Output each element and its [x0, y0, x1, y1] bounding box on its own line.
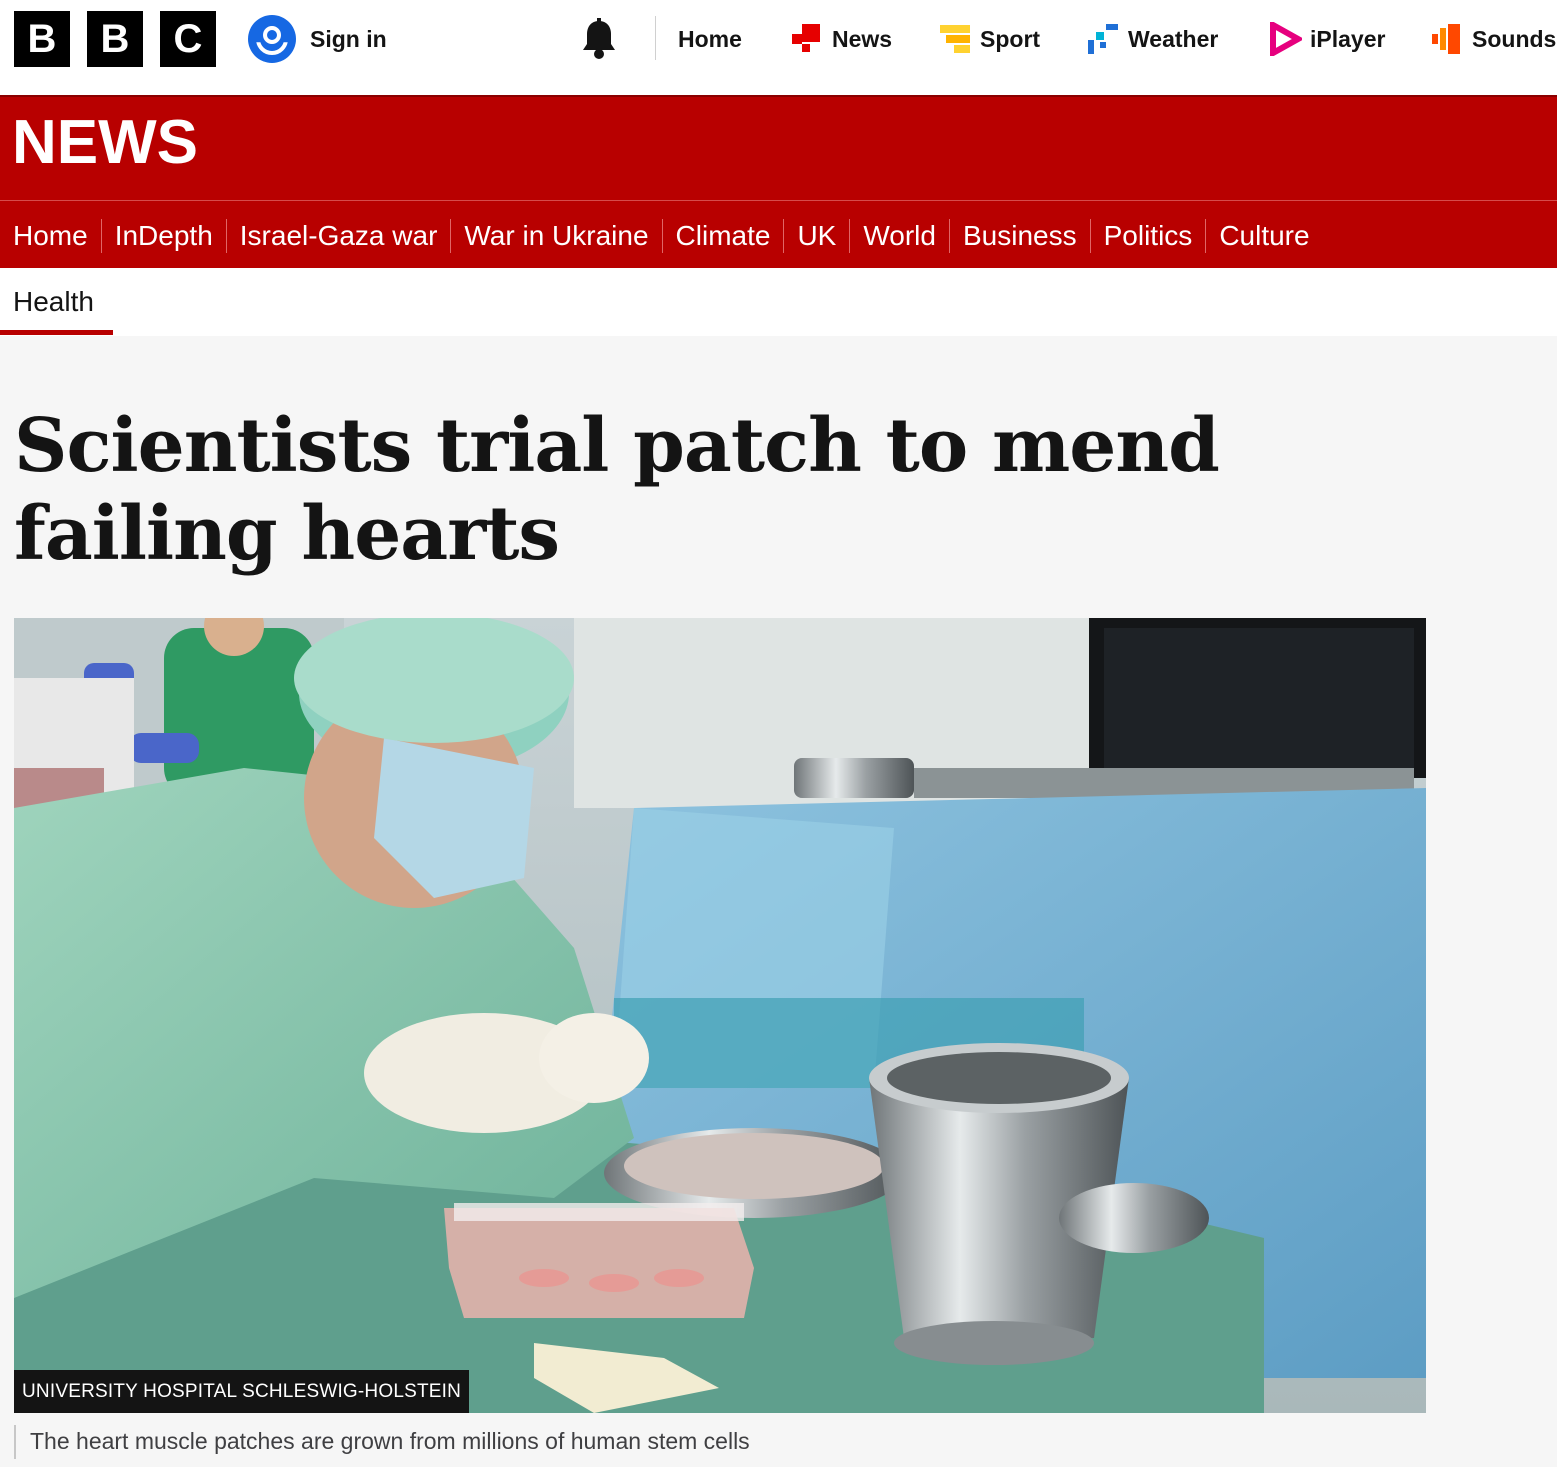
header-divider — [655, 16, 656, 60]
caption-divider — [14, 1425, 16, 1459]
image-credit: UNIVERSITY HOSPITAL SCHLESWIG-HOLSTEIN — [14, 1370, 470, 1413]
global-nav-sport[interactable]: Sport — [938, 18, 1040, 60]
sign-in-label: Sign in — [310, 25, 387, 52]
global-nav-home[interactable]: Home — [678, 18, 742, 60]
section-nav-israel-gaza-war[interactable]: Israel-Gaza war — [227, 219, 452, 253]
news-wordmark[interactable]: NEWS — [12, 112, 198, 174]
section-nav-climate[interactable]: Climate — [663, 219, 785, 253]
surgeon-operating-room-illustration — [14, 618, 1426, 1413]
bbc-logo-letter-c: C — [160, 11, 216, 67]
news-banner-divider — [0, 200, 1557, 201]
notifications-bell-icon[interactable] — [580, 18, 618, 60]
account-icon — [248, 15, 296, 63]
image-caption: The heart muscle patches are grown from … — [30, 1428, 750, 1454]
bbc-logo[interactable]: B B C — [14, 11, 216, 67]
global-nav-weather-label: Weather — [1128, 25, 1219, 52]
article-headline: Scientists trial patch to mend failing h… — [14, 403, 1220, 577]
global-nav-news-label: News — [832, 25, 893, 52]
news-section-nav: Home InDepth Israel-Gaza war War in Ukra… — [0, 215, 1323, 257]
sign-in-button[interactable]: Sign in — [248, 15, 387, 63]
sport-icon — [938, 22, 972, 56]
sounds-icon — [1430, 22, 1464, 56]
sub-nav — [0, 268, 1557, 336]
global-nav-iplayer[interactable]: iPlayer — [1268, 18, 1385, 60]
section-nav-home[interactable]: Home — [0, 219, 102, 253]
bbc-logo-letter-b2: B — [87, 11, 143, 67]
news-icon — [790, 22, 824, 56]
global-nav-home-label: Home — [678, 25, 742, 52]
section-nav-world[interactable]: World — [850, 219, 950, 253]
iplayer-icon — [1268, 19, 1305, 59]
bbc-logo-letter-b1: B — [14, 11, 70, 67]
article-hero-image — [14, 618, 1426, 1413]
global-nav-iplayer-label: iPlayer — [1310, 25, 1386, 52]
global-nav-sport-label: Sport — [980, 25, 1041, 52]
section-nav-business[interactable]: Business — [950, 219, 1091, 253]
global-nav-sounds-label: Sounds — [1472, 25, 1557, 52]
weather-icon — [1086, 22, 1120, 56]
section-nav-indepth[interactable]: InDepth — [102, 219, 227, 253]
global-nav-weather[interactable]: Weather — [1086, 18, 1218, 60]
active-subnav-indicator — [0, 330, 113, 335]
sub-nav-health[interactable]: Health — [13, 286, 94, 318]
section-nav-uk[interactable]: UK — [784, 219, 851, 253]
global-nav-sounds[interactable]: Sounds — [1430, 18, 1556, 60]
section-nav-culture[interactable]: Culture — [1206, 219, 1322, 253]
global-nav-news[interactable]: News — [790, 18, 892, 60]
global-header: B B C Sign in Home News Sport Weather iP… — [0, 0, 1557, 95]
section-nav-war-in-ukraine[interactable]: War in Ukraine — [451, 219, 663, 253]
section-nav-politics[interactable]: Politics — [1091, 219, 1207, 253]
